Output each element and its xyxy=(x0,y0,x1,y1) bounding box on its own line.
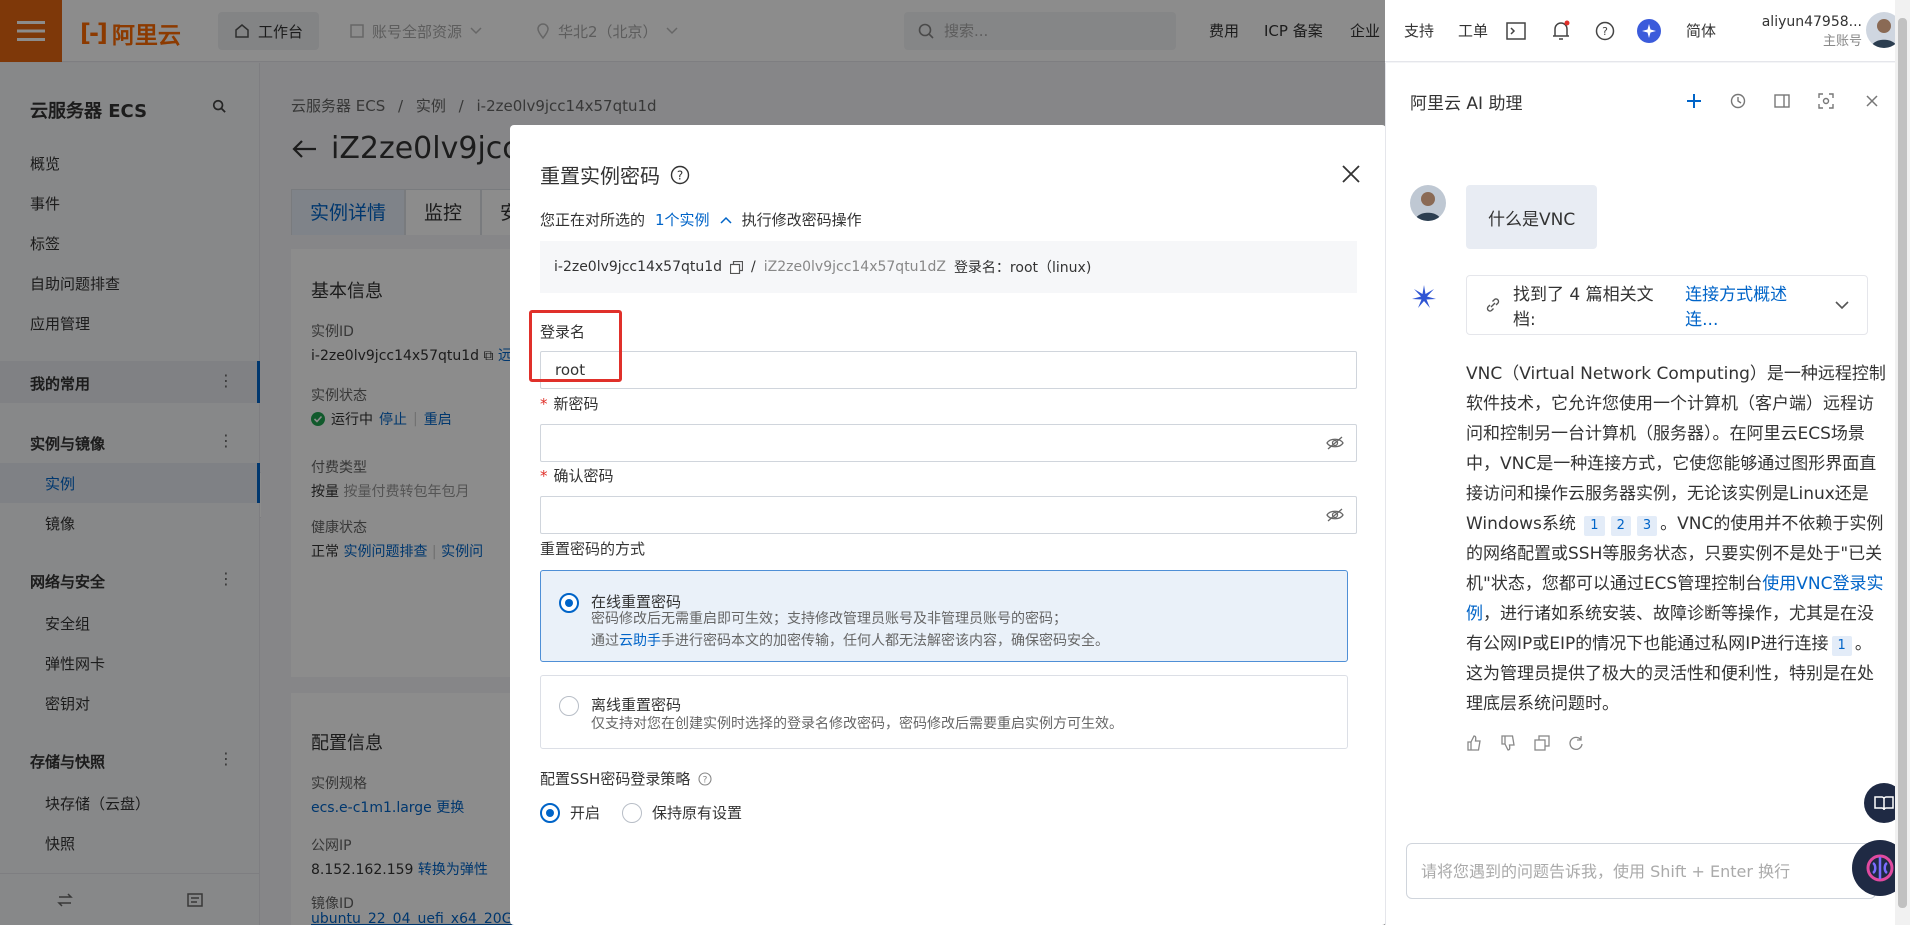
desc2-prefix: 通过 xyxy=(591,633,619,649)
link-icon xyxy=(1485,297,1501,313)
instance-id: i-2ze0lv9jcc14x57qtu1d xyxy=(554,259,723,275)
ssh-keep-radio[interactable] xyxy=(622,802,643,823)
confirm-password-field[interactable] xyxy=(540,496,1357,534)
scrollbar-thumb[interactable] xyxy=(1898,18,1907,908)
confirm-password-label: * 确认密码 xyxy=(540,465,614,486)
desc-suffix: 执行修改密码操作 xyxy=(741,211,862,229)
confirm-password-label-text: 确认密码 xyxy=(553,467,614,485)
copy-icon[interactable] xyxy=(730,260,744,274)
dialog-description: 您正在对所选的 1个实例 执行修改密码操作 xyxy=(540,209,862,230)
online-reset-radio[interactable] xyxy=(559,593,579,613)
desc-prefix: 您正在对所选的 xyxy=(540,211,646,229)
eye-off-icon[interactable] xyxy=(1326,507,1344,523)
offline-reset-desc: 仅支持对您在创建实例时选择的登录名修改密码，密码修改后需要重启实例方可生效。 xyxy=(591,716,1123,732)
new-password-input[interactable] xyxy=(555,434,1342,452)
account-menu[interactable]: aliyun47958... 主账号 xyxy=(1752,12,1862,52)
reset-method-label: 重置密码的方式 xyxy=(540,540,646,558)
ssh-on-label[interactable]: 开启 xyxy=(570,802,600,823)
svg-text:?: ? xyxy=(1602,25,1608,38)
layout-icon[interactable] xyxy=(1770,89,1794,113)
account-name: aliyun47958... xyxy=(1761,14,1862,30)
language-switch[interactable]: 简体 xyxy=(1686,20,1716,41)
answer-text-1: VNC（Virtual Network Computing）是一种远程控制软件技… xyxy=(1466,364,1886,534)
selected-instances-link[interactable]: 1个实例 xyxy=(655,209,710,230)
dialog-title: 重置实例密码 ? xyxy=(540,160,690,189)
dialog-title-text: 重置实例密码 xyxy=(540,164,660,188)
user-avatar xyxy=(1410,185,1446,221)
confirm-password-input[interactable] xyxy=(555,506,1342,524)
plus-icon[interactable] xyxy=(1682,89,1706,113)
online-reset-option[interactable]: 在线重置密码 密码修改后无需重启即可生效；支持修改管理员账号及非管理员账号的密码… xyxy=(540,570,1348,662)
expand-icon[interactable] xyxy=(1814,89,1838,113)
docs-link[interactable]: 连接方式概述 连... xyxy=(1685,280,1823,330)
user-message: 什么是VNC xyxy=(1466,185,1598,249)
assistant-input[interactable] xyxy=(1421,861,1811,881)
citation-2[interactable]: 2 xyxy=(1610,516,1631,536)
chevron-up-icon[interactable] xyxy=(720,216,732,224)
assistant-star-icon xyxy=(1410,283,1438,311)
online-reset-desc1: 密码修改后无需重启即可生效；支持修改管理员账号及非管理员账号的密码； xyxy=(591,611,1067,627)
citation-1[interactable]: 1 xyxy=(1584,516,1605,536)
eye-off-icon[interactable] xyxy=(1326,435,1344,451)
answer-text-3: ，进行诸如系统安装、故障诊断等操作，尤其是在没有公网IP或EIP的情况下也能通过… xyxy=(1466,604,1874,654)
ai-assistant-panel: 阿里云 AI 助理 什么是VNC 找到了 4 篇相关文档: 连接方式概述 连..… xyxy=(1385,63,1895,925)
support-link[interactable]: 支持 xyxy=(1404,20,1434,41)
assistant-title: 阿里云 AI 助理 xyxy=(1410,94,1523,114)
docs-count-text: 找到了 4 篇相关文档: xyxy=(1513,285,1654,330)
login-info: 登录名：root（linux) xyxy=(953,260,1092,276)
required-mark: * xyxy=(540,395,548,413)
new-password-label: * 新密码 xyxy=(540,393,599,414)
assistant-answer: VNC（Virtual Network Computing）是一种远程控制软件技… xyxy=(1466,359,1886,719)
refresh-icon[interactable] xyxy=(1568,735,1584,751)
cloud-assistant-link[interactable]: 云助手 xyxy=(619,633,661,649)
ai-assistant-icon[interactable] xyxy=(1636,18,1662,44)
assistant-input-box[interactable] xyxy=(1406,843,1876,899)
related-docs-toggle[interactable]: 找到了 4 篇相关文档: 连接方式概述 连... xyxy=(1466,275,1868,335)
online-reset-desc2: 通过云助手手进行密码本文的加密传输，任何人都无法解密该内容，确保密码安全。 xyxy=(591,629,1109,653)
ssh-on-radio[interactable] xyxy=(540,802,560,823)
help-icon[interactable]: ? xyxy=(698,771,712,786)
offline-reset-radio[interactable] xyxy=(559,696,579,716)
ticket-link[interactable]: 工单 xyxy=(1458,20,1488,41)
feedback-bar xyxy=(1466,735,1584,751)
desc2-suffix: 手进行密码本文的加密传输，任何人都无法解密该内容，确保密码安全。 xyxy=(661,633,1109,649)
new-password-label-text: 新密码 xyxy=(553,395,599,413)
close-icon[interactable] xyxy=(1338,161,1364,187)
svg-text:?: ? xyxy=(677,168,683,182)
offline-reset-option[interactable]: 离线重置密码 仅支持对您在创建实例时选择的登录名修改密码，密码修改后需要重启实例… xyxy=(540,675,1348,749)
citation-3[interactable]: 3 xyxy=(1636,516,1658,536)
instance-hostname: iZ2ze0lv9jcc14x57qtu1dZ xyxy=(763,259,946,275)
thumbs-down-icon[interactable] xyxy=(1500,735,1516,751)
citation-4[interactable]: 1 xyxy=(1831,636,1852,656)
ssh-policy-label: 配置SSH密码登录策略 ? xyxy=(540,768,712,789)
help-icon[interactable]: ? xyxy=(1592,18,1618,44)
copy-icon[interactable] xyxy=(1534,735,1550,751)
scrollbar[interactable] xyxy=(1895,0,1910,925)
svg-text:?: ? xyxy=(703,775,708,785)
terminal-icon[interactable] xyxy=(1503,18,1529,44)
close-icon[interactable] xyxy=(1860,89,1884,113)
reset-password-dialog: 重置实例密码 ? 您正在对所选的 1个实例 执行修改密码操作 i-2ze0lv9… xyxy=(510,125,1386,925)
login-name-field[interactable] xyxy=(540,351,1357,389)
chevron-down-icon[interactable] xyxy=(1835,300,1849,310)
help-icon[interactable]: ? xyxy=(670,165,690,185)
ssh-keep-label[interactable]: 保持原有设置 xyxy=(652,802,742,823)
ssh-policy-options: 开启 保持原有设置 xyxy=(540,802,742,823)
account-type: 主账号 xyxy=(1822,34,1862,49)
separator: / xyxy=(751,259,756,275)
bell-icon[interactable] xyxy=(1548,18,1574,44)
history-icon[interactable] xyxy=(1726,89,1750,113)
selected-instance-row: i-2ze0lv9jcc14x57qtu1d / iZ2ze0lv9jcc14x… xyxy=(540,241,1357,293)
ssh-policy-label-text: 配置SSH密码登录策略 xyxy=(540,770,691,788)
required-mark: * xyxy=(540,467,548,485)
thumbs-up-icon[interactable] xyxy=(1466,735,1482,751)
highlight-annotation-box xyxy=(529,310,622,382)
new-password-field[interactable] xyxy=(540,424,1357,462)
login-name-input[interactable] xyxy=(555,361,1342,379)
